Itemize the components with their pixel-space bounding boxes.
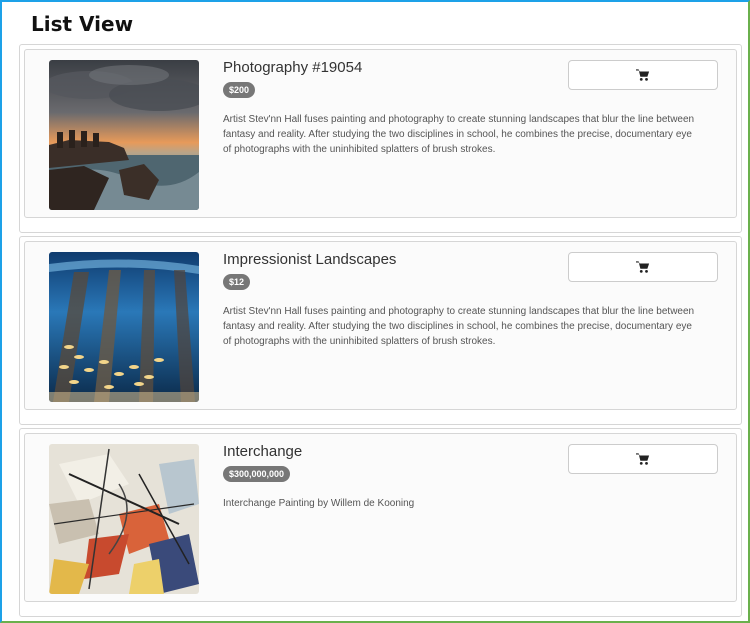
shopping-cart-icon [636, 453, 650, 465]
price-badge: $200 [223, 82, 256, 98]
page-title: List View [31, 12, 134, 36]
product-title[interactable]: Impressionist Landscapes [223, 251, 396, 268]
product-card: Interchange $300,000,000 Interchange Pai… [19, 428, 742, 617]
product-image[interactable] [49, 60, 199, 210]
app-frame: List View Photography #19054 $200 Artist… [0, 0, 750, 623]
product-card-inner: Photography #19054 $200 Artist Stev'nn H… [24, 49, 737, 218]
product-card-inner: Interchange $300,000,000 Interchange Pai… [24, 433, 737, 602]
product-description: Interchange Painting by Willem de Koonin… [223, 498, 415, 509]
product-card-inner: Impressionist Landscapes $12 Artist Stev… [24, 241, 737, 410]
product-image[interactable] [49, 444, 199, 594]
product-card: Photography #19054 $200 Artist Stev'nn H… [19, 44, 742, 233]
add-to-cart-button[interactable] [568, 444, 718, 474]
shopping-cart-icon [636, 69, 650, 81]
product-description: Artist Stev'nn Hall fuses painting and p… [223, 306, 695, 347]
add-to-cart-button[interactable] [568, 60, 718, 90]
shopping-cart-icon [636, 261, 650, 273]
add-to-cart-button[interactable] [568, 252, 718, 282]
price-badge: $300,000,000 [223, 466, 291, 482]
product-card: Impressionist Landscapes $12 Artist Stev… [19, 236, 742, 425]
product-description: Artist Stev'nn Hall fuses painting and p… [223, 114, 695, 155]
product-image[interactable] [49, 252, 199, 402]
product-title[interactable]: Photography #19054 [223, 59, 362, 76]
product-title[interactable]: Interchange [223, 443, 302, 460]
price-badge: $12 [223, 274, 251, 290]
